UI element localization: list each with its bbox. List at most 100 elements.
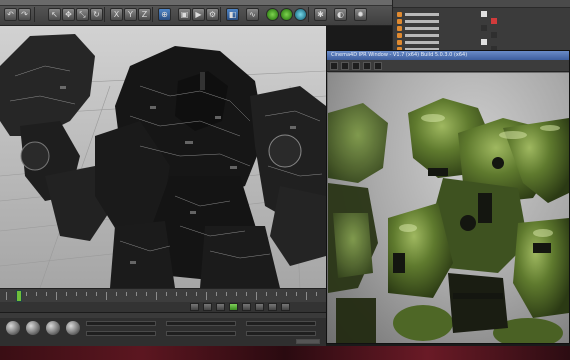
object-row[interactable] xyxy=(397,32,439,38)
editor-viewport[interactable] xyxy=(0,26,326,288)
wireframe-model xyxy=(0,34,326,288)
object-tag-icon[interactable] xyxy=(481,39,487,45)
timeline-tick xyxy=(86,292,87,296)
camera-icon[interactable]: ◐ xyxy=(334,8,347,21)
main-toolbar: ↶ ↷ ↖ ✥ ⤡ ↻ X Y Z ⊕ ▣ ▶ ⚙ ◧ ∿ ✱ ◐ ✹ xyxy=(0,0,392,26)
material-2-swatch[interactable] xyxy=(26,321,40,335)
timeline-tick xyxy=(296,292,297,296)
go-start-icon[interactable] xyxy=(190,303,199,311)
size-x-field[interactable] xyxy=(86,331,156,336)
timeline-playhead[interactable] xyxy=(16,290,22,302)
go-end-icon[interactable] xyxy=(255,303,264,311)
object-row[interactable] xyxy=(397,25,439,31)
world-coord-icon[interactable]: ⊕ xyxy=(158,8,171,21)
cube-icon[interactable]: ◧ xyxy=(226,8,239,21)
z-axis-icon[interactable]: Z xyxy=(138,8,151,21)
timeline-tick xyxy=(176,292,177,296)
timeline-tick xyxy=(216,292,217,296)
null-object-icon xyxy=(397,39,402,45)
timeline-tick xyxy=(186,292,187,296)
render-view-icon[interactable]: ▣ xyxy=(178,8,191,21)
size-z-field[interactable] xyxy=(246,331,316,336)
live-selection-icon[interactable]: ↖ xyxy=(48,8,61,21)
coord-y-field[interactable] xyxy=(166,321,236,326)
rendered-image xyxy=(328,98,569,343)
play-back-icon[interactable] xyxy=(216,303,225,311)
autokey-icon[interactable] xyxy=(281,303,290,311)
object-manager xyxy=(392,0,570,52)
object-row[interactable] xyxy=(397,18,439,24)
light-icon[interactable]: ✹ xyxy=(354,8,367,21)
play-icon[interactable] xyxy=(229,303,238,311)
timeline-tick xyxy=(126,292,127,296)
object-tag-icon[interactable] xyxy=(491,32,497,38)
snapshot-icon[interactable] xyxy=(352,62,360,70)
timeline-tick xyxy=(36,292,37,296)
coord-x-field[interactable] xyxy=(86,321,156,326)
timeline-tick xyxy=(66,292,67,296)
render-window-toolbar xyxy=(327,60,569,72)
play-icon[interactable] xyxy=(330,62,338,70)
timeline-tick xyxy=(266,292,267,296)
next-key-icon[interactable] xyxy=(242,303,251,311)
array-icon[interactable] xyxy=(280,8,293,21)
material-4-swatch[interactable] xyxy=(66,321,80,335)
timeline-tick xyxy=(226,292,227,296)
null-object-icon xyxy=(397,32,402,38)
toolbar-separator xyxy=(34,7,35,22)
material-manager xyxy=(0,312,326,346)
null-object-icon xyxy=(397,11,402,17)
deformer-icon[interactable] xyxy=(294,8,307,21)
timeline-tick xyxy=(286,292,287,296)
timeline-tick xyxy=(166,292,167,296)
object-tag-icon[interactable] xyxy=(481,25,487,31)
render-pv-icon[interactable]: ▶ xyxy=(192,8,205,21)
c4d-app-window: ↶ ↷ ↖ ✥ ⤡ ↻ X Y Z ⊕ ▣ ▶ ⚙ ◧ ∿ ✱ ◐ ✹ Cine… xyxy=(0,0,570,360)
render-settings-icon[interactable]: ⚙ xyxy=(206,8,219,21)
timeline-tick xyxy=(256,292,257,300)
object-row[interactable] xyxy=(397,11,439,17)
object-name-bar xyxy=(405,19,439,23)
timeline[interactable] xyxy=(0,288,327,302)
object-tag-icon[interactable] xyxy=(491,18,497,24)
record-icon[interactable] xyxy=(268,303,277,311)
move-icon[interactable]: ✥ xyxy=(62,8,75,21)
x-axis-icon[interactable]: X xyxy=(110,8,123,21)
timeline-tick xyxy=(156,292,157,300)
viewport-canvas xyxy=(0,34,326,288)
material-1-swatch[interactable] xyxy=(6,321,20,335)
coord-z-field[interactable] xyxy=(246,321,316,326)
toolbar-separator xyxy=(104,7,105,22)
y-axis-icon[interactable]: Y xyxy=(124,8,137,21)
coordinates-panel xyxy=(86,319,326,345)
null-object-icon xyxy=(397,18,402,24)
null-object-icon xyxy=(397,25,402,31)
object-name-bar xyxy=(405,33,439,37)
spline-icon[interactable]: ∿ xyxy=(246,8,259,21)
undo-icon[interactable]: ↶ xyxy=(4,8,17,21)
timeline-tick xyxy=(106,292,107,300)
object-tag-icon[interactable] xyxy=(481,11,487,17)
timeline-tick xyxy=(206,292,207,300)
stop-icon[interactable] xyxy=(341,62,349,70)
scene-icon[interactable]: ✱ xyxy=(314,8,327,21)
nurbs-icon[interactable] xyxy=(266,8,279,21)
apply-button[interactable] xyxy=(296,339,320,344)
timeline-tick xyxy=(46,292,47,296)
zoom-icon[interactable] xyxy=(363,62,371,70)
rotate-icon[interactable]: ↻ xyxy=(90,8,103,21)
prev-key-icon[interactable] xyxy=(203,303,212,311)
redo-icon[interactable]: ↷ xyxy=(18,8,31,21)
render-robot-left xyxy=(328,103,388,343)
size-y-field[interactable] xyxy=(166,331,236,336)
timeline-tick xyxy=(116,292,117,296)
settings-icon[interactable] xyxy=(374,62,382,70)
timeline-tick xyxy=(306,292,307,300)
object-row[interactable] xyxy=(397,39,439,45)
object-manager-header xyxy=(393,0,570,8)
render-window[interactable]: Cinema4D IPR Window - V1.7 (x64) Build 5… xyxy=(326,50,570,344)
transport-bar xyxy=(0,302,326,312)
material-3-swatch[interactable] xyxy=(46,321,60,335)
scale-icon[interactable]: ⤡ xyxy=(76,8,89,21)
timeline-tick xyxy=(26,292,27,296)
